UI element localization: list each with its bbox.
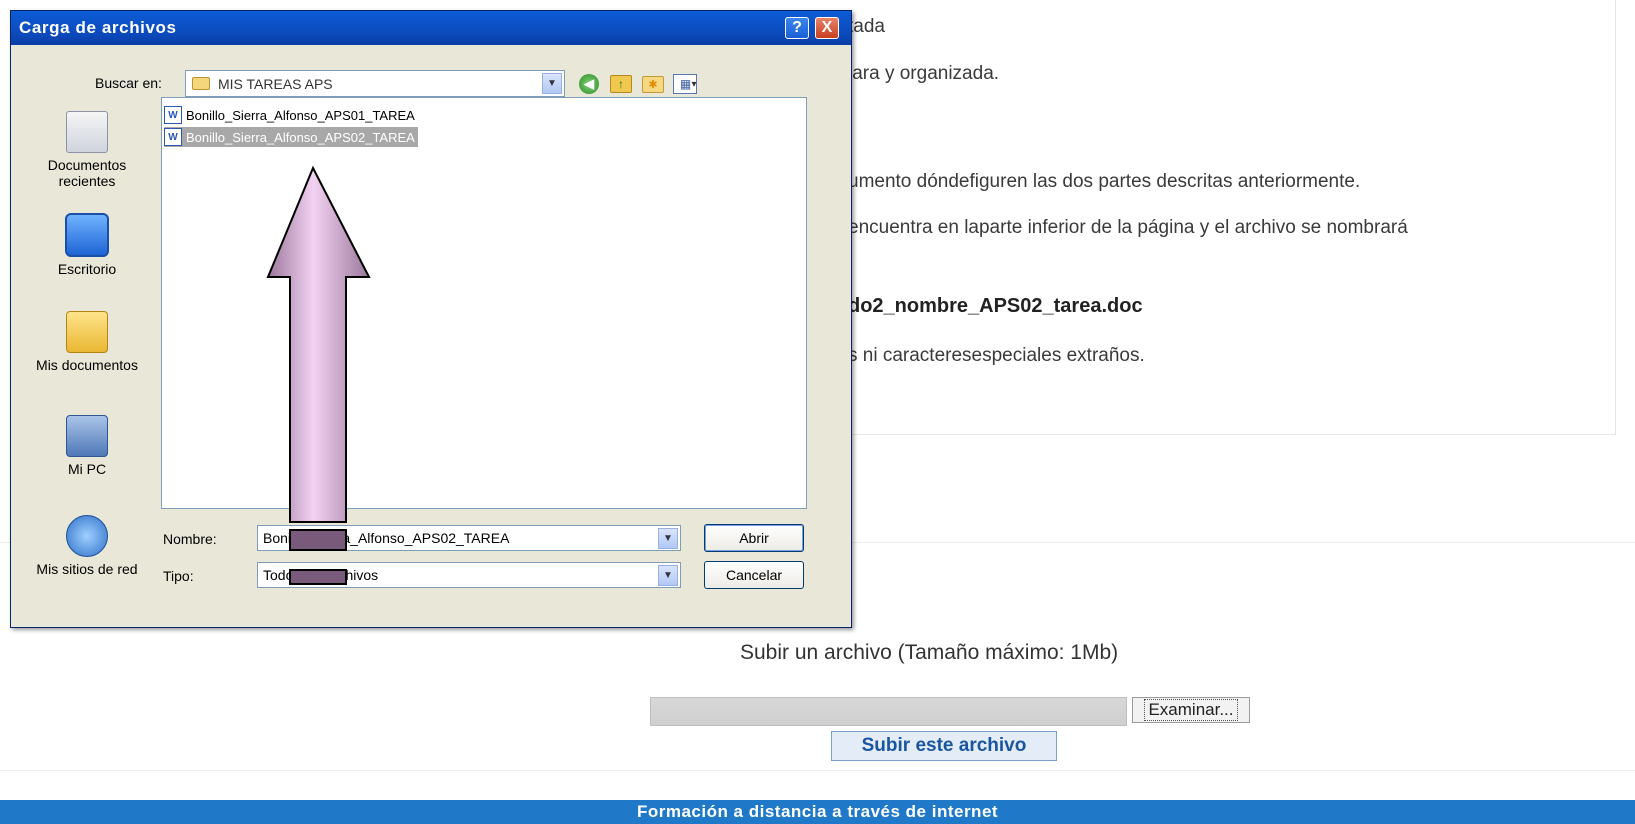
arrow-tail-segment (289, 569, 347, 585)
up-arrow-shape (266, 165, 371, 523)
arrow-tail-segment (289, 529, 347, 551)
annotation-arrow (266, 165, 371, 585)
